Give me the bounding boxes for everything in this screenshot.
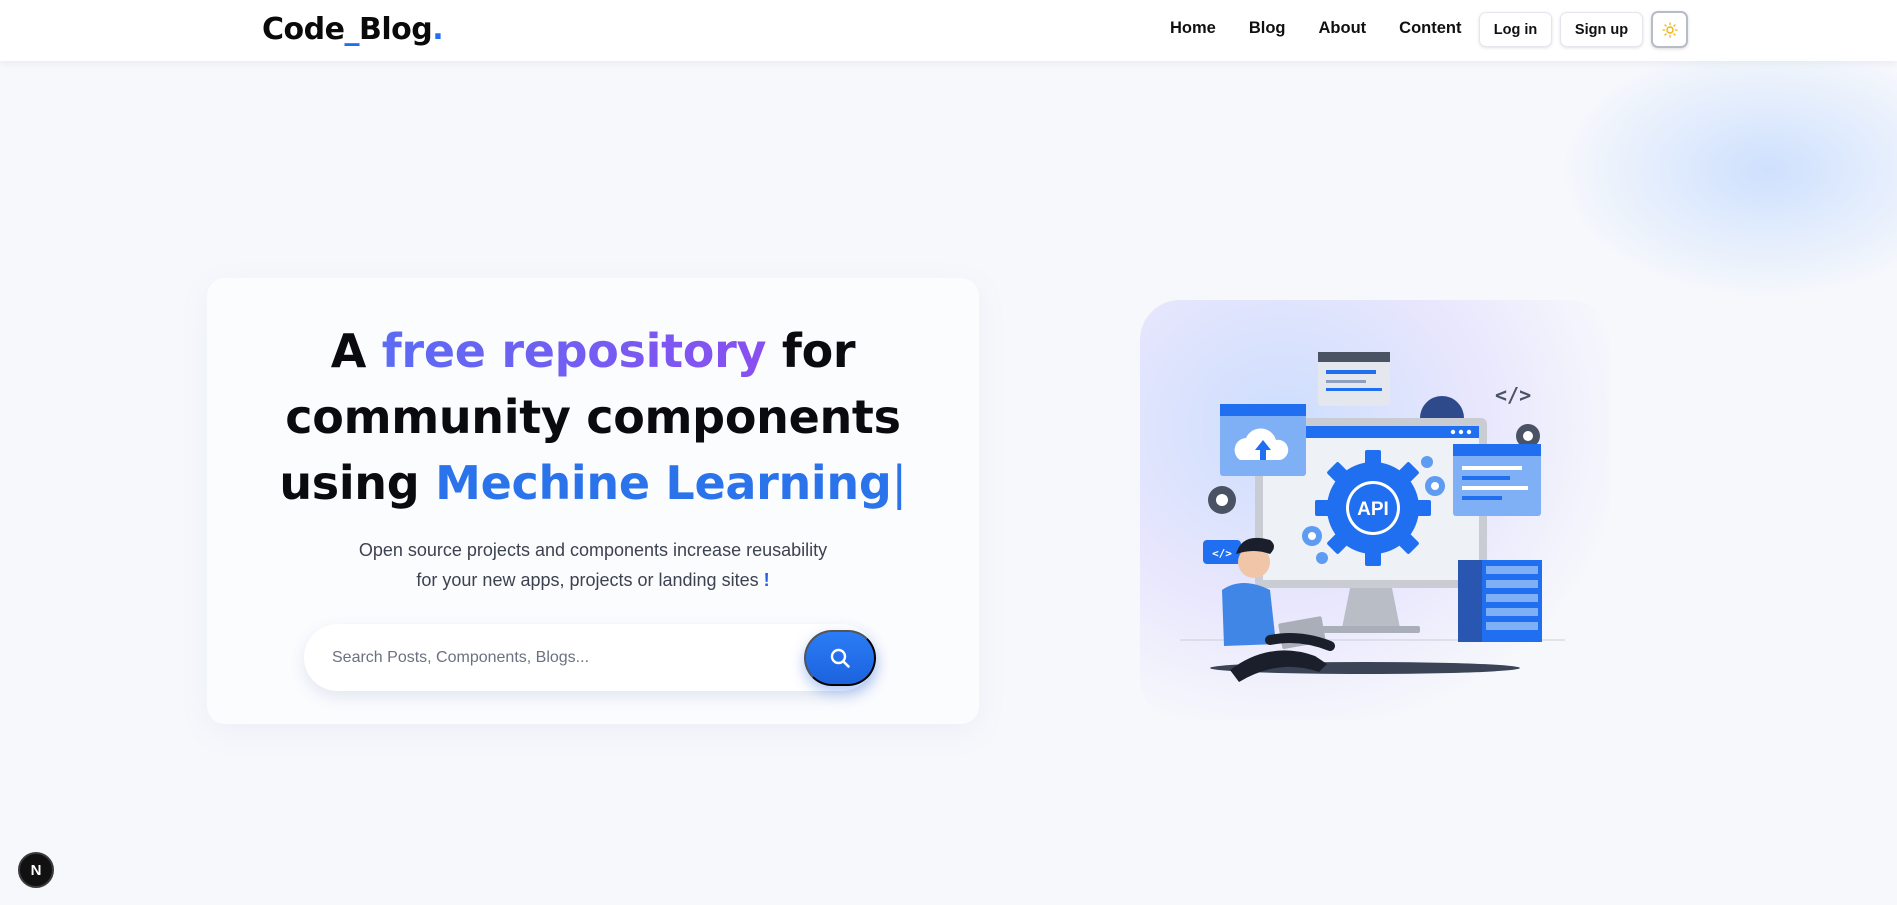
brand-logo[interactable]: Code_Blog. — [262, 12, 444, 47]
subtitle-line-2: for your new apps, projects or landing s… — [416, 570, 764, 590]
sun-icon — [1661, 21, 1678, 38]
api-label: API — [1357, 499, 1389, 520]
background-glow — [1557, 40, 1897, 300]
search-bar — [304, 624, 875, 691]
login-button[interactable]: Log in — [1479, 12, 1552, 47]
headline-text-1: A — [330, 324, 382, 378]
dev-tools-badge[interactable]: N — [18, 852, 54, 888]
nav-links: Home Blog About Content — [1170, 19, 1495, 38]
headline-highlight-free-repository: free repository — [381, 324, 767, 378]
nav-link-home[interactable]: Home — [1170, 19, 1216, 38]
navbar: Code_Blog. Home Blog About Content Log i… — [0, 0, 1897, 61]
headline-typed-text: Mechine Learning — [435, 456, 892, 510]
api-gear: API — [1315, 450, 1431, 566]
search-input[interactable] — [332, 644, 792, 672]
bubble-code-tag: </> — [1212, 547, 1232, 560]
brand-separator: _ — [344, 12, 359, 47]
subtitle-exclamation: ! — [763, 570, 770, 590]
signup-button[interactable]: Sign up — [1560, 12, 1643, 47]
theme-toggle-button[interactable] — [1651, 11, 1688, 48]
brand-name-2: Blog — [358, 12, 433, 47]
subtitle-line-1: Open source projects and components incr… — [358, 540, 828, 560]
nav-link-content[interactable]: Content — [1399, 19, 1461, 38]
brand-dot: . — [432, 12, 444, 47]
search-icon — [830, 648, 850, 668]
hero-headline: A free repository for community componen… — [207, 318, 979, 516]
headline-line-2: community components — [285, 390, 901, 444]
api-developer-illustration: API </> </> — [1180, 352, 1565, 682]
brand-name: Code — [262, 12, 345, 47]
headline-text-3: using — [279, 456, 436, 510]
nav-link-blog[interactable]: Blog — [1249, 19, 1286, 38]
nav-link-about[interactable]: About — [1319, 19, 1367, 38]
typing-cursor: | — [891, 456, 907, 510]
hero-subtitle: Open source projects and components incr… — [207, 535, 979, 595]
headline-text-2: for — [766, 324, 856, 378]
code-tag-label: </> — [1495, 383, 1531, 407]
search-button[interactable] — [804, 630, 876, 686]
